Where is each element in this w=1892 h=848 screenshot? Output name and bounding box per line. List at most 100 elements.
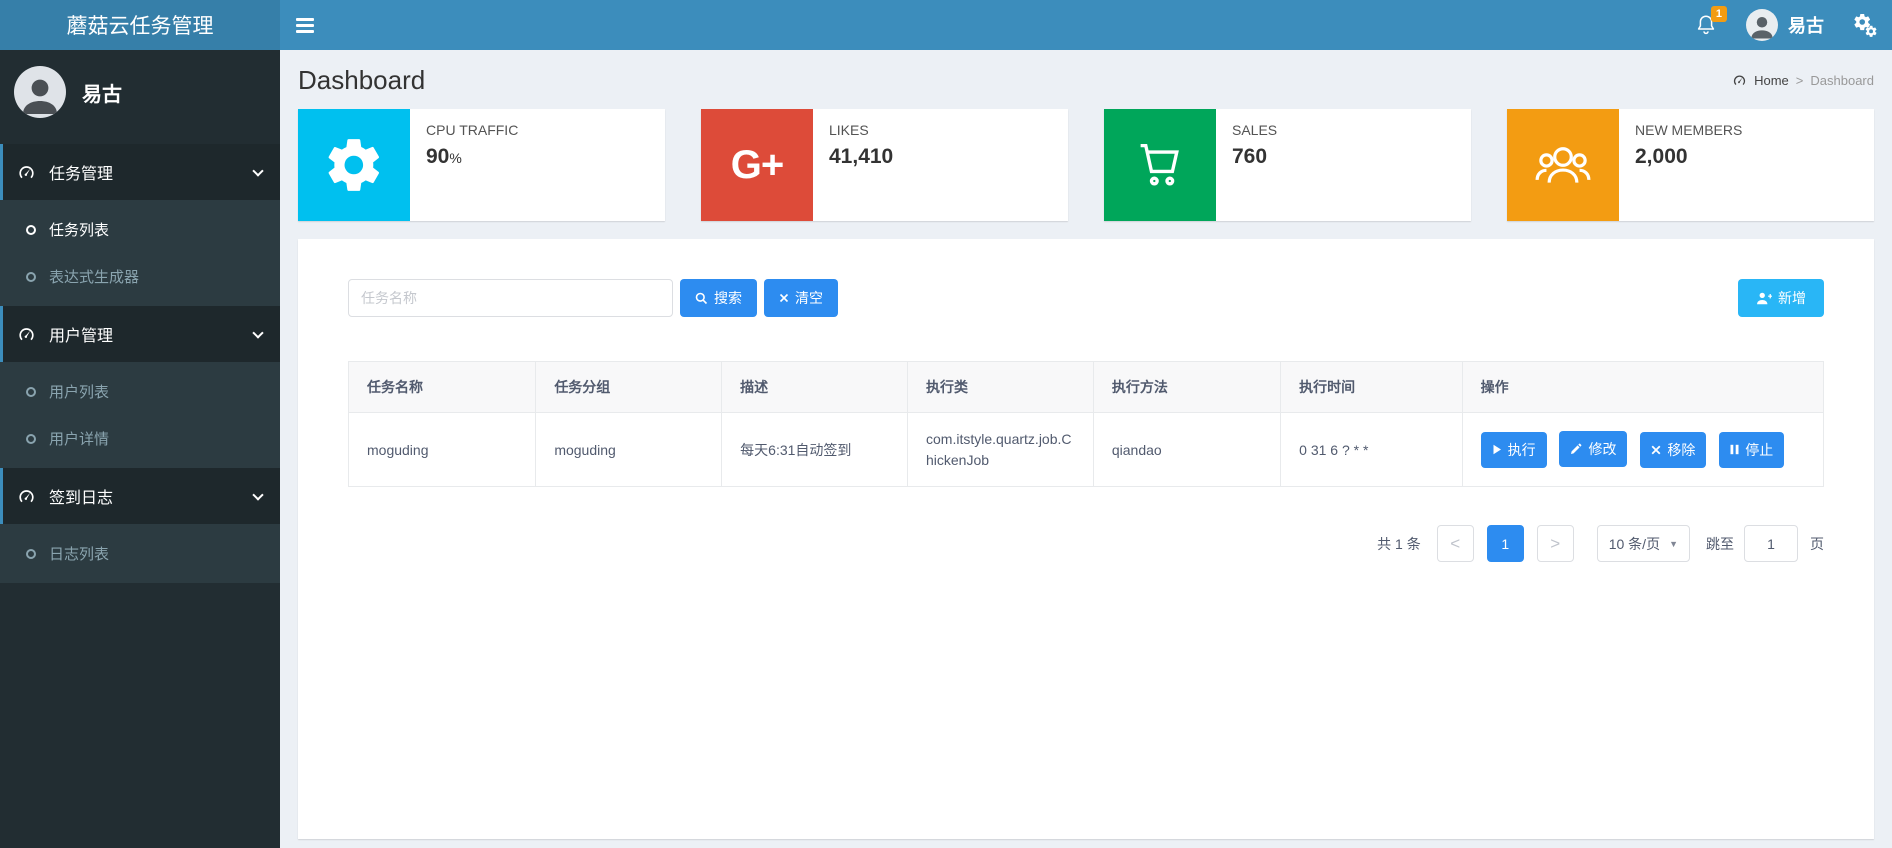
settings-button[interactable] bbox=[1838, 0, 1892, 50]
info-box-value: 2,000 bbox=[1635, 145, 1688, 168]
prev-page-button[interactable]: < bbox=[1436, 525, 1474, 562]
sidebar: 易古 任务管理 任务列表 表达式生成器 用户管理 用户列表 用户详情 签到日志 … bbox=[0, 50, 280, 848]
circle-icon bbox=[26, 271, 36, 282]
sidebar-item-task-list[interactable]: 任务列表 bbox=[0, 206, 280, 253]
content-wrapper: Dashboard Home > Dashboard CPU TRAFFIC 9… bbox=[280, 0, 1892, 848]
users-icon bbox=[1507, 109, 1619, 221]
info-box-new-members: NEW MEMBERS 2,000 bbox=[1507, 109, 1874, 221]
stop-button[interactable]: 停止 bbox=[1719, 431, 1785, 468]
jump-page-input[interactable] bbox=[1744, 525, 1798, 562]
info-box-suffix: % bbox=[449, 150, 462, 166]
info-box-value: 760 bbox=[1232, 145, 1268, 168]
info-box-label: NEW MEMBERS bbox=[1635, 122, 1743, 138]
cell-task-name: moguding bbox=[347, 412, 537, 487]
sidebar-item-log-list[interactable]: 日志列表 bbox=[0, 530, 280, 577]
info-box-value: 41,410 bbox=[829, 145, 894, 168]
caret-down-icon: ▼ bbox=[1669, 538, 1678, 549]
info-box-label: CPU TRAFFIC bbox=[426, 122, 519, 138]
search-icon bbox=[695, 292, 708, 304]
page-unit-label: 页 bbox=[1810, 535, 1824, 552]
page-size-select[interactable]: 10 条/页 ▼ bbox=[1596, 525, 1690, 562]
run-button[interactable]: 执行 bbox=[1480, 431, 1547, 468]
content-header: Dashboard Home > Dashboard bbox=[280, 50, 1892, 109]
submenu-user: 用户列表 用户详情 bbox=[0, 362, 280, 468]
navbar-right: 1 易古 bbox=[1680, 0, 1892, 50]
info-box-cpu-traffic: CPU TRAFFIC 90% bbox=[298, 109, 665, 221]
submenu-task: 任务列表 表达式生成器 bbox=[0, 200, 280, 306]
breadcrumb-home-link[interactable]: Home bbox=[1754, 73, 1789, 88]
circle-icon bbox=[26, 386, 36, 397]
sidebar-item-expression-generator[interactable]: 表达式生成器 bbox=[0, 253, 280, 300]
col-header-actions: 操作 bbox=[1461, 361, 1825, 413]
sidebar-user-panel: 易古 bbox=[0, 50, 280, 136]
cell-job-class: com.itstyle.quartz.job.ChickenJob bbox=[907, 412, 1094, 487]
pagination-total: 共 1 条 bbox=[1377, 535, 1421, 552]
col-header-task-group: 任务分组 bbox=[535, 361, 723, 413]
play-icon bbox=[1493, 444, 1501, 455]
sidebar-item-user-detail[interactable]: 用户详情 bbox=[0, 415, 280, 462]
sidebar-item-task-management[interactable]: 任务管理 bbox=[0, 144, 280, 200]
hamburger-icon bbox=[296, 17, 314, 21]
remove-button[interactable]: 移除 bbox=[1640, 432, 1707, 468]
sidebar-menu: 任务管理 任务列表 表达式生成器 用户管理 用户列表 用户详情 签到日志 日志列… bbox=[0, 144, 280, 583]
table-header-row: 任务名称 任务分组 描述 执行类 执行方法 执行时间 操作 bbox=[347, 361, 1825, 413]
col-header-description: 描述 bbox=[721, 361, 908, 413]
chevron-down-icon bbox=[252, 164, 264, 177]
next-page-button[interactable]: > bbox=[1536, 525, 1574, 562]
info-box-value: 90 bbox=[426, 145, 450, 168]
sidebar-item-label: 签到日志 bbox=[49, 490, 114, 507]
info-box-likes: G+ LIKES 41,410 bbox=[701, 109, 1068, 221]
info-box-label: SALES bbox=[1232, 122, 1278, 138]
task-table: 任务名称 任务分组 描述 执行类 执行方法 执行时间 操作 moguding m… bbox=[347, 361, 1825, 487]
task-table-wrap: 任务名称 任务分组 描述 执行类 执行方法 执行时间 操作 moguding m… bbox=[347, 361, 1825, 487]
close-icon bbox=[779, 293, 789, 303]
page-number-button[interactable]: 1 bbox=[1486, 525, 1524, 562]
toolbar: 搜索 清空 新增 bbox=[348, 279, 1824, 317]
info-box-row: CPU TRAFFIC 90% G+ LIKES 41,410 SALES 76… bbox=[280, 109, 1892, 221]
sidebar-item-user-management[interactable]: 用户管理 bbox=[0, 306, 280, 362]
user-avatar bbox=[1746, 9, 1778, 41]
cell-task-group: moguding bbox=[535, 412, 723, 487]
navbar-username: 易古 bbox=[1788, 16, 1824, 36]
add-button[interactable]: 新增 bbox=[1738, 279, 1824, 317]
close-icon bbox=[1651, 445, 1661, 455]
page-title: Dashboard bbox=[298, 65, 426, 95]
cell-cron: 0 31 6 ? * * bbox=[1280, 412, 1463, 487]
breadcrumb-separator: > bbox=[1795, 73, 1804, 88]
info-box-label: LIKES bbox=[829, 122, 869, 138]
sidebar-item-user-list[interactable]: 用户列表 bbox=[0, 368, 280, 415]
col-header-method: 执行方法 bbox=[1092, 361, 1282, 413]
dashboard-icon bbox=[17, 487, 36, 506]
notifications-button[interactable]: 1 bbox=[1680, 0, 1732, 50]
main-header: 蘑菇云任务管理 1 易古 bbox=[0, 0, 1892, 50]
sidebar-user-avatar bbox=[14, 66, 66, 118]
app-title: 蘑菇云任务管理 bbox=[66, 15, 214, 38]
submenu-log: 日志列表 bbox=[0, 524, 280, 583]
sidebar-item-label: 任务管理 bbox=[49, 166, 114, 183]
info-box-sales: SALES 760 bbox=[1104, 109, 1471, 221]
col-header-cron: 执行时间 bbox=[1280, 361, 1463, 413]
breadcrumb-current: Dashboard bbox=[1810, 73, 1874, 88]
user-menu-button[interactable]: 易古 bbox=[1732, 0, 1838, 50]
table-row: moguding moguding 每天6:31自动签到 com.itstyle… bbox=[347, 412, 1825, 487]
sidebar-item-signin-log[interactable]: 签到日志 bbox=[0, 468, 280, 524]
top-navbar: 1 易古 bbox=[280, 0, 1892, 50]
chevron-down-icon bbox=[252, 488, 264, 501]
task-list-card: 搜索 清空 新增 任务名称 任务分组 bbox=[298, 239, 1874, 839]
jump-to-label: 跳至 bbox=[1706, 535, 1734, 552]
cell-method: qiandao bbox=[1092, 412, 1282, 487]
sidebar-item-label: 用户管理 bbox=[49, 328, 114, 345]
circle-icon bbox=[26, 224, 36, 235]
clear-button[interactable]: 清空 bbox=[764, 279, 838, 317]
app-logo[interactable]: 蘑菇云任务管理 bbox=[0, 0, 280, 50]
breadcrumb: Home > Dashboard bbox=[1732, 73, 1874, 88]
edit-button[interactable]: 修改 bbox=[1559, 431, 1628, 467]
gear-icon bbox=[298, 109, 410, 221]
cell-description: 每天6:31自动签到 bbox=[721, 412, 908, 487]
hamburger-menu-button[interactable] bbox=[280, 0, 330, 50]
search-input[interactable] bbox=[348, 279, 673, 317]
sidebar-user-name: 易古 bbox=[82, 83, 122, 106]
cart-icon bbox=[1104, 109, 1216, 221]
search-button[interactable]: 搜索 bbox=[680, 279, 757, 317]
col-header-task-name: 任务名称 bbox=[347, 361, 537, 413]
